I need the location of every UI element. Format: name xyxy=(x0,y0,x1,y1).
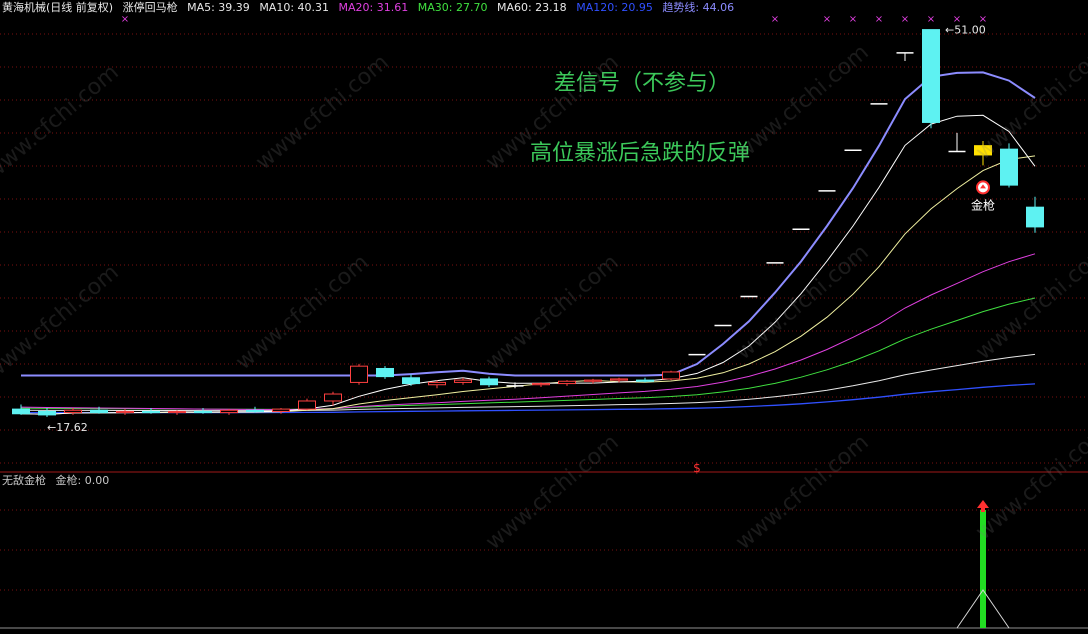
high-price-label: ←51.00 xyxy=(945,24,986,37)
signal-up-arrow-icon xyxy=(977,500,989,512)
signal-marker: × xyxy=(927,14,935,25)
candle-body xyxy=(376,367,394,378)
formula-name: 涨停回马枪 xyxy=(122,1,178,14)
candle-body xyxy=(298,400,316,410)
candle-body xyxy=(974,145,992,156)
ma30-line xyxy=(20,297,1036,410)
candle-body xyxy=(168,410,186,414)
ma20-label: MA20: 31.61 xyxy=(338,1,409,14)
candle-body xyxy=(116,410,134,414)
main-chart-header: 黄海机械(日线 前复权) 涨停回马枪 MA5: 39.39 MA10: 40.3… xyxy=(2,0,740,16)
candle-body xyxy=(428,381,446,386)
chart-canvas: × × × × × × × × ×←51.00←17.62金枪$ xyxy=(0,14,1088,629)
ma5-label: MA5: 39.39 xyxy=(187,1,250,14)
candle-body xyxy=(402,377,420,385)
sub-indicator-value: 金枪: 0.00 xyxy=(55,474,110,487)
candle-body xyxy=(350,365,368,383)
candle-body xyxy=(324,393,342,402)
candle-body xyxy=(480,378,498,386)
ma30-label: MA30: 27.70 xyxy=(417,1,488,14)
candle-body xyxy=(90,409,108,414)
signal-bar xyxy=(980,510,986,628)
ma20-line xyxy=(20,253,1036,411)
signal-label: 金枪 xyxy=(971,197,995,212)
candle-body xyxy=(662,371,680,380)
annotation-bad-signal: 差信号（不参与） xyxy=(554,71,731,96)
candle-body xyxy=(532,383,550,386)
sub-chart-header: 无敌金枪 金枪: 0.00 xyxy=(2,473,115,489)
candle-body xyxy=(584,379,602,382)
ma120-label: MA120: 20.95 xyxy=(576,1,653,14)
candle-body xyxy=(64,409,82,414)
signal-marker: × xyxy=(901,14,909,25)
candle-body xyxy=(1000,148,1018,186)
candle-body xyxy=(610,378,628,381)
low-price-label: ←17.62 xyxy=(47,421,88,434)
candle-body xyxy=(38,410,56,416)
candle-body xyxy=(636,379,654,382)
signal-marker: × xyxy=(849,14,857,25)
signal-marker: × xyxy=(875,14,883,25)
candle-body xyxy=(194,410,212,414)
ma60-label: MA60: 23.18 xyxy=(496,1,567,14)
candle-body xyxy=(558,380,576,385)
sub-indicator-name: 无敌金枪 xyxy=(2,474,46,487)
stock-title: 黄海机械(日线 前复权) xyxy=(2,1,114,14)
annotation-explanation: 高位暴涨后急跌的反弹 xyxy=(530,141,751,166)
trend-line-label: 趋势线: 44.06 xyxy=(662,1,735,14)
signal-marker: × xyxy=(823,14,831,25)
candle-body xyxy=(142,410,160,414)
candle-body xyxy=(220,409,238,414)
candle-body xyxy=(272,408,290,412)
signal-marker: × xyxy=(771,14,779,25)
candle-body xyxy=(454,379,472,383)
divider-marker: $ xyxy=(693,461,701,475)
trend-line xyxy=(21,71,1036,377)
candle-body xyxy=(12,408,30,415)
candle-body xyxy=(922,29,940,123)
candle-body xyxy=(246,409,264,412)
ma10-label: MA10: 40.31 xyxy=(259,1,330,14)
candle-body xyxy=(1026,206,1044,228)
